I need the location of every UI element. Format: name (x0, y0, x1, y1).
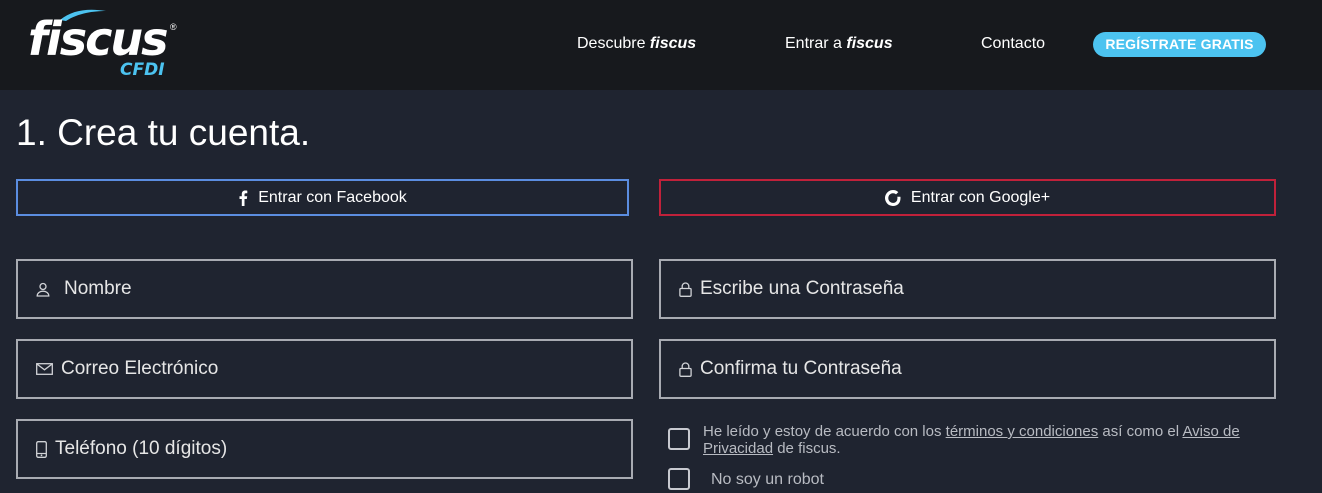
logo-subtitle: CFDI (120, 60, 165, 80)
phone-icon (36, 440, 47, 458)
name-field-placeholder: Nombre (64, 278, 132, 299)
page-title: 1. Crea tu cuenta. (16, 112, 311, 153)
nav-link-descubre-brand: fiscus (649, 35, 697, 52)
lock-icon (679, 281, 692, 297)
google-login-button[interactable]: Entrar con Google+ (659, 179, 1276, 216)
email-field[interactable]: Correo Electrónico (16, 339, 633, 399)
top-navigation-bar: fiscus ® CFDI Descubre fiscus Entrar a f… (0, 0, 1322, 90)
terms-checkbox[interactable] (668, 428, 690, 450)
confirm-password-field[interactable]: Confirma tu Contraseña (659, 339, 1276, 399)
register-free-button[interactable]: REGÍSTRATE GRATIS (1093, 32, 1266, 57)
phone-field[interactable]: Teléfono (10 dígitos) (16, 419, 633, 479)
nav-link-descubre[interactable]: Descubre fiscus (577, 34, 696, 54)
logo-registered-mark: ® (170, 22, 177, 32)
terms-text-before: He leído y estoy de acuerdo con los (703, 423, 946, 440)
nav-link-entrar-brand: fiscus (846, 35, 893, 52)
nav-link-descubre-prefix: Descubre (577, 35, 650, 52)
terms-text-after: de fiscus. (773, 440, 841, 457)
fiscus-cfdi-logo[interactable]: fiscus ® CFDI (24, 8, 184, 84)
facebook-icon (238, 190, 248, 206)
robot-checkbox[interactable] (668, 468, 690, 490)
facebook-login-button[interactable]: Entrar con Facebook (16, 179, 629, 216)
confirm-password-field-placeholder: Confirma tu Contraseña (700, 358, 902, 379)
robot-checkbox-label: No soy un robot (711, 471, 824, 488)
nav-link-contacto[interactable]: Contacto (981, 34, 1045, 54)
nav-link-entrar[interactable]: Entrar a fiscus (785, 34, 893, 54)
lock-icon (679, 361, 692, 377)
email-field-placeholder: Correo Electrónico (61, 358, 219, 379)
terms-text: He leído y estoy de acuerdo con los térm… (703, 423, 1263, 457)
facebook-login-label: Entrar con Facebook (258, 188, 407, 206)
terms-text-middle: así como el (1098, 423, 1183, 440)
terms-and-conditions-link[interactable]: términos y condiciones (946, 423, 1099, 440)
phone-field-placeholder: Teléfono (10 dígitos) (55, 438, 228, 459)
google-login-label: Entrar con Google+ (910, 188, 1051, 206)
user-icon (36, 282, 50, 297)
password-field-placeholder: Escribe una Contraseña (700, 278, 904, 299)
logo-wordmark: fiscus (28, 12, 169, 66)
mail-icon (36, 363, 53, 375)
password-field[interactable]: Escribe una Contraseña (659, 259, 1276, 319)
name-field[interactable]: Nombre (16, 259, 633, 319)
google-icon (884, 189, 901, 206)
nav-link-entrar-prefix: Entrar a (785, 35, 847, 52)
nav-link-contacto-label: Contacto (981, 35, 1046, 52)
